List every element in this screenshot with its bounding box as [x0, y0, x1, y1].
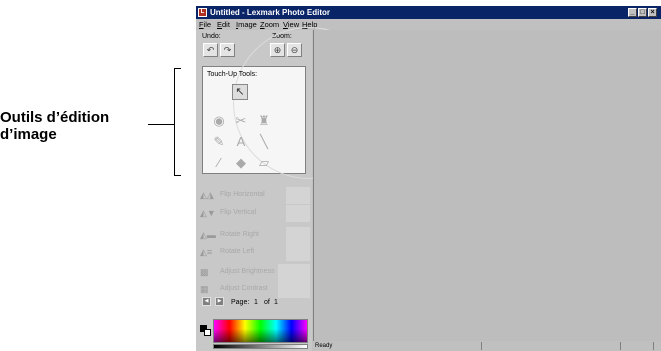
rotate-left-button[interactable]: ◭≡ Rotate Left — [200, 244, 310, 262]
color-palette[interactable] — [213, 319, 308, 343]
background-color-swatch[interactable] — [204, 329, 211, 336]
maximize-button[interactable]: □ — [638, 8, 647, 17]
eraser-icon[interactable]: ▱ — [256, 155, 272, 171]
adjust-contrast-box — [278, 281, 310, 298]
app-icon: L — [198, 8, 207, 17]
undo-icon[interactable]: ↶ — [203, 43, 218, 57]
flip-horizontal-box — [286, 187, 310, 204]
menu-image[interactable]: Image — [236, 19, 257, 30]
next-page-icon[interactable]: ▶ — [215, 297, 224, 306]
adjust-contrast-label: Adjust Contrast — [220, 285, 268, 292]
flip-vertical-box — [286, 205, 310, 222]
minimize-button[interactable]: _ — [628, 8, 637, 17]
page-total: 1 — [274, 299, 278, 306]
window-title: Untitled - Lexmark Photo Editor — [210, 8, 331, 17]
flip-vertical-label: Flip Vertical — [220, 209, 257, 216]
flip-horizontal-button[interactable]: ◭◮ Flip Horizontal — [200, 187, 310, 205]
callout-label: Outils d’édition d’image — [0, 109, 150, 143]
pencil-icon[interactable]: ✎ — [211, 134, 227, 150]
rotate-right-box — [286, 227, 310, 244]
callout-leader-line — [148, 124, 174, 125]
menu-edit[interactable]: Edit — [217, 19, 230, 30]
flip-horizontal-icon: ◭◮ — [200, 190, 214, 200]
menu-bar: File Edit Image Zoom View Help — [196, 19, 661, 30]
flip-vertical-button[interactable]: ◭▼ Flip Vertical — [200, 205, 310, 223]
flip-vertical-icon: ◭▼ — [200, 208, 216, 218]
eyedropper-icon[interactable]: ⁄ — [211, 155, 227, 171]
menu-file[interactable]: File — [199, 19, 211, 30]
close-button[interactable]: × — [648, 8, 657, 17]
page-label: Page: — [231, 299, 250, 306]
adjust-brightness-button[interactable]: ▩ Adjust Brightness — [200, 264, 310, 282]
undo-label: Undo: — [202, 33, 221, 40]
text-icon[interactable]: A — [233, 134, 249, 150]
scissors-icon[interactable]: ✂ — [233, 113, 249, 129]
title-bar[interactable]: L Untitled - Lexmark Photo Editor _ □ × — [196, 6, 661, 19]
grayscale-palette[interactable] — [213, 344, 308, 349]
red-eye-icon[interactable]: ◉ — [211, 113, 227, 129]
brightness-icon: ▩ — [200, 267, 209, 277]
status-bar: Ready — [313, 341, 661, 351]
rotate-right-icon: ◭▬ — [200, 230, 216, 240]
flip-horizontal-label: Flip Horizontal — [220, 191, 265, 198]
app-window: L Untitled - Lexmark Photo Editor _ □ × … — [196, 6, 661, 351]
callout-bracket — [174, 68, 181, 176]
adjust-brightness-box — [278, 264, 310, 281]
status-text: Ready — [315, 343, 333, 349]
menu-zoom[interactable]: Zoom — [260, 19, 279, 30]
rotate-right-label: Rotate Right — [220, 231, 259, 238]
line-icon[interactable]: ╲ — [256, 134, 272, 150]
adjust-brightness-label: Adjust Brightness — [220, 268, 275, 275]
rotate-left-icon: ◭≡ — [200, 247, 213, 257]
page-of: of — [264, 299, 270, 306]
contrast-icon: ▦ — [200, 284, 209, 294]
callout-line-1: Outils d’édition — [0, 109, 110, 126]
rotate-left-box — [286, 244, 310, 261]
stamp-icon[interactable]: ♜ — [256, 113, 272, 129]
tool-panel: Undo: Zoom: ↶ ↷ ⊕ ⊖ Touch-Up Tools: ↖ ◉ … — [196, 27, 385, 351]
rotate-left-label: Rotate Left — [220, 248, 255, 255]
touch-up-tools-label: Touch-Up Tools: — [207, 71, 258, 78]
redo-icon[interactable]: ↷ — [220, 43, 235, 57]
fill-bucket-icon[interactable]: ◆ — [233, 155, 249, 171]
page-current: 1 — [254, 299, 258, 306]
prev-page-icon[interactable]: ◀ — [202, 297, 211, 306]
select-arrow-icon[interactable]: ↖ — [232, 84, 248, 100]
rotate-right-button[interactable]: ◭▬ Rotate Right — [200, 227, 310, 245]
callout-line-2: d’image — [0, 126, 57, 143]
image-canvas[interactable] — [313, 30, 661, 341]
touch-up-tools-box: Touch-Up Tools: ↖ ◉ ✂ ♜ ✎ A ╲ ⁄ ◆ ▱ — [202, 27, 385, 179]
